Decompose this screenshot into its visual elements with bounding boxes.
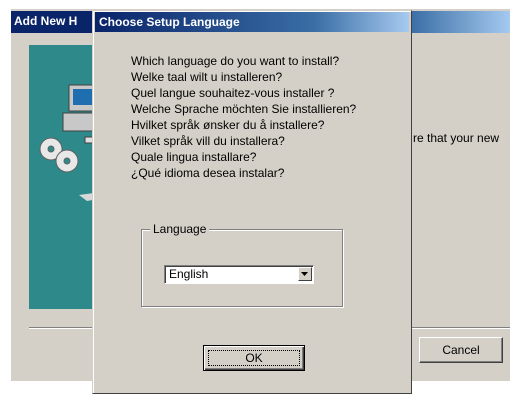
question-swedish: Vilket språk vill du installera? (131, 134, 285, 148)
language-dropdown-button[interactable] (298, 267, 312, 281)
question-norwegian: Hvilket språk ønsker du å installere? (131, 118, 325, 132)
chevron-down-icon (301, 272, 308, 276)
cd-discs-icon (39, 137, 79, 173)
language-group-label: Language (150, 222, 210, 236)
language-select[interactable]: English (164, 265, 314, 284)
language-groupbox: Language English (141, 222, 343, 307)
language-question-list: Which language do you want to install? W… (131, 53, 356, 181)
dialog-title: Choose Setup Language (99, 15, 240, 29)
question-spanish: ¿Qué idioma desea instalar? (131, 166, 285, 180)
ok-button[interactable]: OK (203, 345, 305, 371)
question-french: Quel langue souhaitez-vous installer ? (131, 86, 335, 100)
question-dutch: Welke taal wilt u installeren? (131, 70, 283, 84)
question-english: Which language do you want to install? (131, 54, 340, 68)
question-german: Welche Sprache möchten Sie installieren? (131, 102, 357, 116)
choose-setup-language-dialog: Choose Setup Language Which language do … (92, 10, 412, 394)
background-window-title: Add New H (14, 14, 78, 28)
ok-focus-ring (208, 350, 300, 366)
background-body-text: re that your new (413, 131, 500, 145)
language-select-value: English (169, 267, 209, 281)
question-italian: Quale lingua installare? (131, 150, 257, 164)
cancel-button[interactable]: Cancel (419, 337, 503, 363)
dialog-title-bar[interactable]: Choose Setup Language (95, 12, 409, 32)
